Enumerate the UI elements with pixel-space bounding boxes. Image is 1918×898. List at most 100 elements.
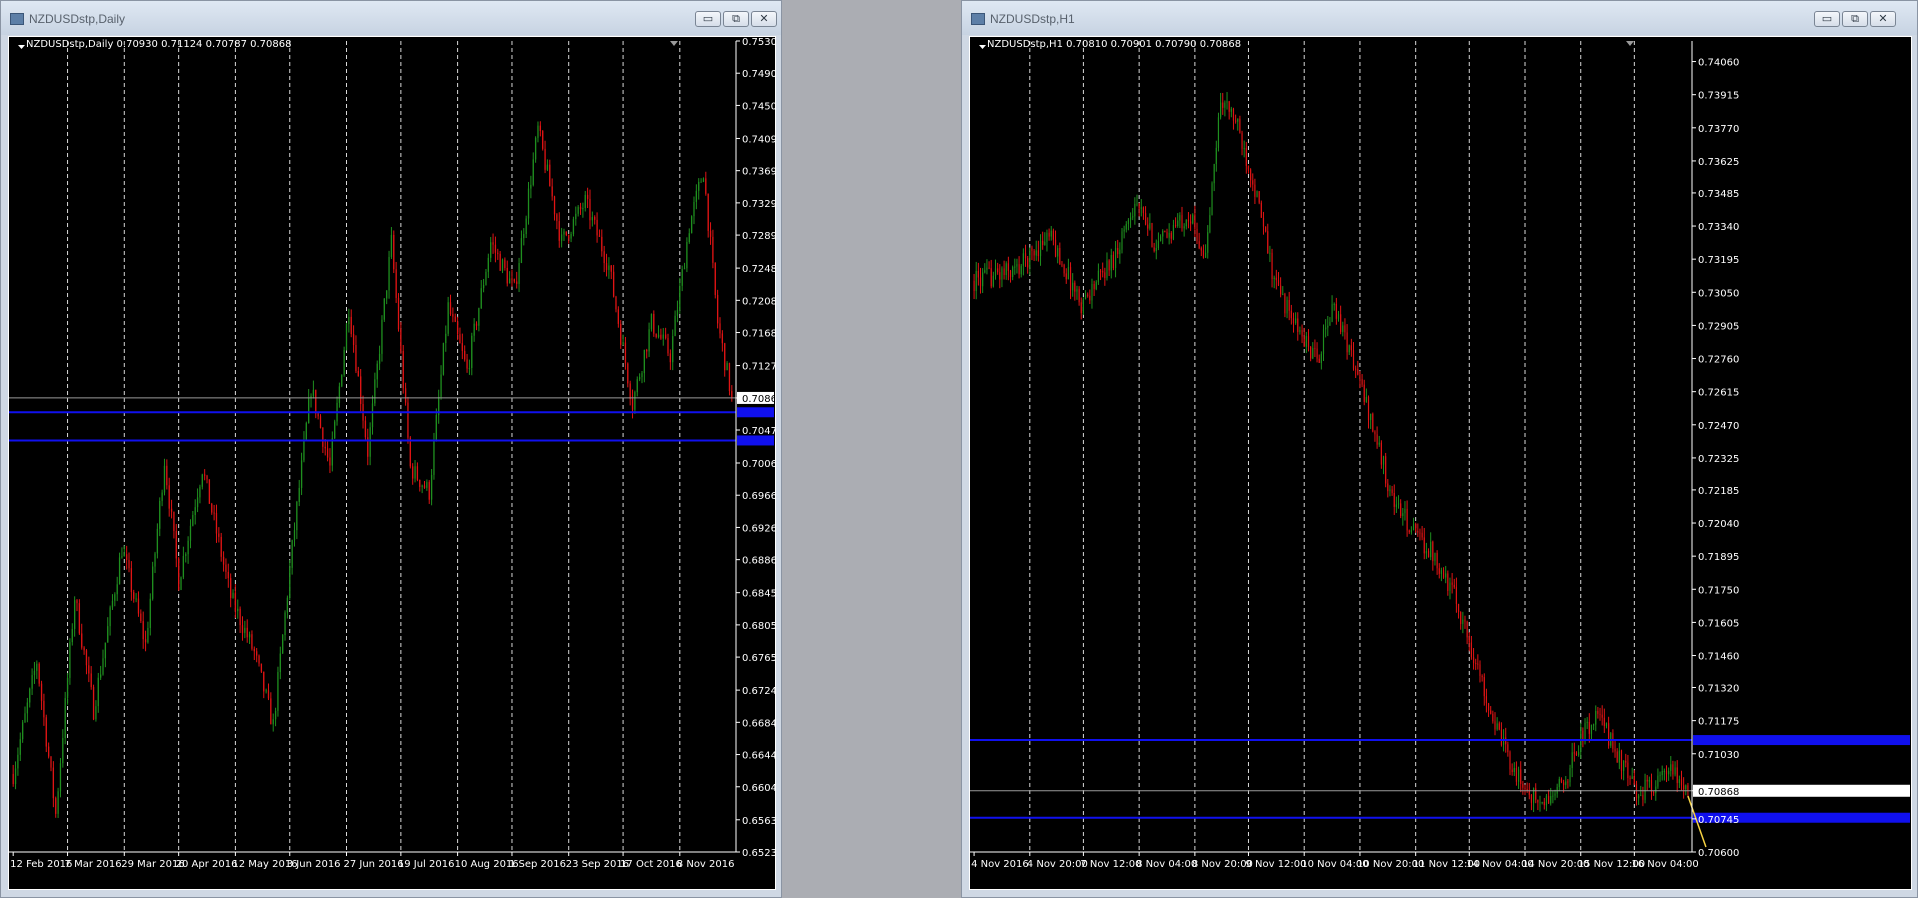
candle-body [492,242,494,245]
candle-body [549,164,551,187]
time-tick-label: 4 Nov 20:00 [1027,859,1088,870]
candle-body [516,281,518,284]
candle-body [1447,573,1449,591]
candlestick-chart-h1[interactable]: 0.74060 0.73915 0.73770 0.73625 0.73485 0.733… [970,37,1911,889]
price-tick-label: 0.71750 [1698,585,1739,596]
chart-background [970,37,1911,889]
candle-body [88,665,90,674]
candle-body [66,677,69,699]
close-button[interactable]: ✕ [751,11,777,27]
price-tick-label: 0.73625 [1698,157,1739,168]
price-tick-label: 0.73485 [1698,189,1739,200]
chart-window-icon [971,13,985,25]
candle-body [343,349,345,375]
candle-body [1084,294,1087,299]
candle-body [575,213,577,220]
candle-body [357,371,359,377]
candle-body [655,333,657,337]
candle-body [1121,231,1123,250]
candle-body [40,683,43,701]
candle-body [1601,714,1603,718]
candle-body [1659,775,1661,777]
candle-body [721,333,724,344]
candle-body [1275,277,1277,281]
candle-body [166,465,168,486]
candle-body [1382,456,1385,465]
candle-body [1170,232,1172,239]
candle-body [1129,217,1132,220]
price-tick-label: 0.74500 [742,101,775,112]
candle-body [442,343,445,375]
candle-body [1595,710,1597,725]
candle-body [296,501,298,531]
candle-body [1215,147,1217,164]
price-tick-label: 0.71175 [1698,717,1739,728]
chart-window-daily[interactable]: NZDUSDstp,Daily ▭ ⧉ ✕ 0.75300 0.74900 0.74… [0,0,782,898]
candle-body [1543,801,1545,806]
chart-area[interactable]: 0.74060 0.73915 0.73770 0.73625 0.73485 0.733… [969,36,1912,890]
candle-body [128,559,130,569]
candle-body [1080,302,1082,314]
candle-body [1367,396,1370,421]
candle-body [36,663,38,671]
title-bar[interactable]: NZDUSDstp,Daily ▭ ⧉ ✕ [1,1,781,35]
candle-body [568,234,570,239]
candle-body [461,343,463,351]
candle-body [1567,781,1569,783]
candle-body [168,485,170,509]
candle-body [1288,300,1290,311]
candle-body [1230,108,1232,112]
candle-body [187,540,189,555]
chart-window-h1[interactable]: NZDUSDstp,H1 ▭ ⧉ ✕ 0.74060 0.73915 0.73770… [961,0,1918,898]
candle-body [1537,799,1539,803]
candle-body [421,485,423,487]
candle-body [1417,531,1419,533]
candle-body [466,359,468,369]
candle-body [1629,777,1631,779]
candle-body [1419,532,1421,534]
title-bar[interactable]: NZDUSDstp,H1 ▭ ⧉ ✕ [962,1,1917,35]
candle-body [140,613,142,622]
restore-button[interactable]: ⧉ [723,11,749,27]
candle-body [97,677,99,707]
minimize-button[interactable]: ▭ [1814,11,1840,27]
candle-body [698,181,700,191]
candle-body [990,268,992,287]
minimize-button[interactable]: ▭ [695,11,721,27]
candle-body [185,554,187,556]
candle-body [988,267,990,269]
candle-body [627,363,629,384]
chart-window-icon [10,13,24,25]
candle-body [1280,285,1282,295]
restore-button[interactable]: ⧉ [1842,11,1868,27]
candle-body [999,272,1001,280]
candle-body [386,290,388,299]
candle-body [1638,795,1640,799]
candle-body [1657,775,1659,787]
price-tick-label: 0.66040 [742,783,775,794]
candle-body [705,178,707,194]
candle-body [1112,254,1115,268]
candle-body [1181,215,1183,229]
price-tick-label: 0.72905 [1698,321,1739,332]
candle-body [1560,778,1563,783]
chart-area[interactable]: 0.75300 0.74900 0.74500 0.74090 0.73690 0.732… [8,36,776,890]
candle-body [213,512,215,514]
candle-body [52,767,55,799]
candle-body [1327,325,1329,328]
price-tick-label: 0.72040 [1698,519,1739,530]
candle-body [1162,230,1164,237]
candle-body [1089,295,1091,301]
candle-body [1502,737,1505,745]
candle-body [1265,226,1267,232]
candle-body [355,344,357,372]
candlestick-chart-daily[interactable]: 0.75300 0.74900 0.74500 0.74090 0.73690 0.732… [9,37,775,889]
candle-body [1599,713,1601,715]
candle-body [1665,770,1668,775]
price-tick-label: 0.72890 [742,231,775,242]
price-tick-label: 0.65630 [742,816,775,827]
candle-body [298,487,300,502]
candle-body [248,634,251,638]
candle-body [78,603,81,634]
close-button[interactable]: ✕ [1870,11,1896,27]
